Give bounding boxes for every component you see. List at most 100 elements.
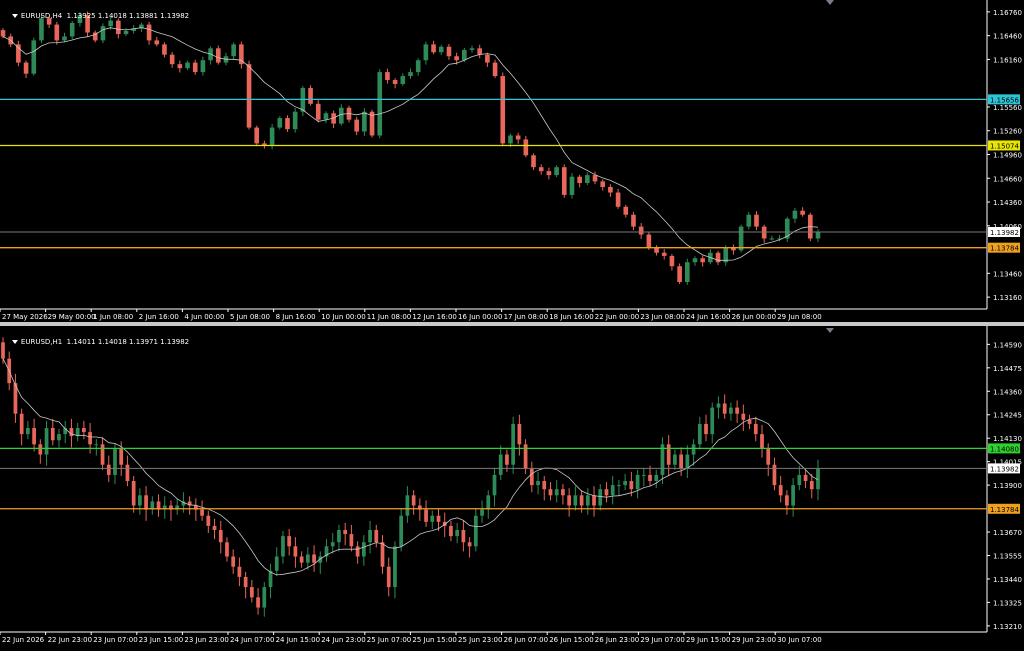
candle-body bbox=[88, 432, 92, 445]
candle-body bbox=[185, 62, 190, 69]
candle-body bbox=[299, 556, 304, 563]
candle-body bbox=[337, 530, 341, 543]
candle-body bbox=[715, 252, 721, 263]
candle-body bbox=[666, 444, 671, 465]
price-axis-label: 1.13210 bbox=[993, 623, 1022, 631]
candle-body bbox=[308, 87, 313, 104]
h1-chart-canvas[interactable]: 1.14590 1.14475 1.14360 1.14245 1.14130 1.140… bbox=[0, 326, 1024, 651]
chart-shift-marker-icon[interactable] bbox=[826, 328, 834, 333]
price-axis-label: 1.14660 bbox=[993, 175, 1022, 183]
candle-body bbox=[362, 111, 367, 132]
candle-body bbox=[469, 48, 475, 50]
candle-body bbox=[538, 167, 544, 172]
candle-body bbox=[262, 587, 267, 608]
price-axis-label: 1.14960 bbox=[993, 152, 1022, 160]
candle-body bbox=[741, 413, 746, 420]
candle-body bbox=[405, 495, 410, 516]
price-axis-label: 1.13440 bbox=[993, 576, 1022, 584]
candle-body bbox=[700, 258, 705, 263]
level-price-label: 1.15656 bbox=[990, 96, 1019, 104]
candle-body bbox=[691, 444, 696, 455]
candle-body bbox=[542, 481, 547, 490]
candle-body bbox=[623, 206, 629, 215]
candle-body bbox=[349, 534, 354, 547]
candle-body bbox=[517, 423, 522, 445]
price-axis-label: 1.14475 bbox=[993, 365, 1022, 373]
candle-body bbox=[546, 171, 552, 176]
candle-body bbox=[716, 403, 721, 408]
candle-body bbox=[292, 111, 298, 130]
candle-body bbox=[377, 72, 383, 136]
time-axis-label: 23 Jun 23:00 bbox=[184, 636, 228, 644]
candle-body bbox=[50, 428, 55, 441]
chart-shift-marker-icon[interactable] bbox=[826, 0, 834, 5]
candle-body bbox=[354, 119, 359, 132]
candle-body bbox=[735, 407, 739, 414]
candle-body bbox=[485, 54, 490, 63]
candle-body bbox=[62, 36, 67, 41]
candle-body bbox=[269, 127, 275, 145]
time-axis-label: 23 Jun 07:00 bbox=[93, 636, 137, 644]
candle-body bbox=[792, 210, 798, 219]
candle-body bbox=[144, 495, 148, 510]
candle-body bbox=[19, 413, 24, 435]
candle-body bbox=[529, 468, 534, 486]
candle-body bbox=[523, 139, 529, 156]
candle-body bbox=[604, 489, 609, 496]
candle-body bbox=[561, 489, 565, 496]
candle-body bbox=[511, 423, 516, 465]
candle-body bbox=[654, 474, 659, 482]
time-axis-label: 10 Jun 00:00 bbox=[321, 313, 365, 321]
candle-body bbox=[285, 118, 290, 130]
candle-body bbox=[567, 495, 572, 506]
price-axis-label: 1.13900 bbox=[993, 482, 1022, 490]
candle-body bbox=[355, 546, 360, 557]
candle-body bbox=[462, 49, 467, 61]
time-axis-label: 2 Jun 16:00 bbox=[139, 313, 179, 321]
price-axis-label: 1.16160 bbox=[993, 56, 1022, 64]
price-axis-label: 1.13555 bbox=[993, 553, 1022, 561]
price-axis-label: 1.13325 bbox=[993, 599, 1022, 607]
h4-chart-title: EURUSD,H4 1.13925 1.14018 1.13881 1.1398… bbox=[3, 4, 189, 28]
candle-body bbox=[125, 464, 130, 482]
candle-body bbox=[731, 247, 736, 251]
candle-body bbox=[225, 542, 229, 557]
candle-body bbox=[138, 495, 142, 506]
candle-body bbox=[754, 214, 759, 227]
h4-chart-canvas[interactable]: 1.16760 1.16460 1.16160 1.15560 1.15260 1.149… bbox=[0, 0, 1024, 322]
candle-body bbox=[218, 530, 223, 543]
candle-body bbox=[785, 495, 789, 506]
candle-body bbox=[323, 113, 329, 120]
candle-body bbox=[515, 135, 521, 140]
candle-body bbox=[505, 454, 509, 465]
candle-body bbox=[710, 407, 715, 435]
candle-body bbox=[753, 423, 758, 435]
candle-body bbox=[685, 454, 690, 469]
candle-body bbox=[32, 428, 36, 445]
candle-body bbox=[254, 127, 260, 144]
candle-body bbox=[766, 448, 771, 465]
candle-body bbox=[57, 434, 61, 441]
price-axis-label: 1.13670 bbox=[993, 529, 1022, 537]
candle-body bbox=[162, 44, 167, 55]
h1-chart-pane[interactable]: 1.14590 1.14475 1.14360 1.14245 1.14130 1.140… bbox=[0, 326, 1024, 651]
candle-body bbox=[480, 509, 484, 516]
candle-body bbox=[330, 542, 335, 547]
h4-chart-pane[interactable]: 1.16760 1.16460 1.16160 1.15560 1.15260 1.149… bbox=[0, 0, 1024, 322]
price-axis-label: 1.13460 bbox=[993, 270, 1022, 278]
time-axis-label: 25 Jun 07:00 bbox=[367, 636, 411, 644]
candle-body bbox=[423, 44, 429, 61]
time-axis-label: 16 Jun 00:00 bbox=[458, 313, 502, 321]
moving-average-line bbox=[2, 358, 819, 576]
candle-body bbox=[631, 214, 636, 227]
candle-body bbox=[461, 530, 466, 543]
time-axis-label: 29 Jun 07:00 bbox=[640, 636, 684, 644]
time-axis-label: 26 Jun 15:00 bbox=[549, 636, 593, 644]
candle-body bbox=[256, 597, 260, 608]
price-axis-label: 1.14590 bbox=[993, 341, 1022, 349]
candle-body bbox=[531, 155, 536, 168]
candle-body bbox=[800, 210, 805, 215]
candle-body bbox=[677, 266, 682, 283]
candle-body bbox=[361, 542, 366, 557]
candle-body bbox=[661, 252, 667, 256]
